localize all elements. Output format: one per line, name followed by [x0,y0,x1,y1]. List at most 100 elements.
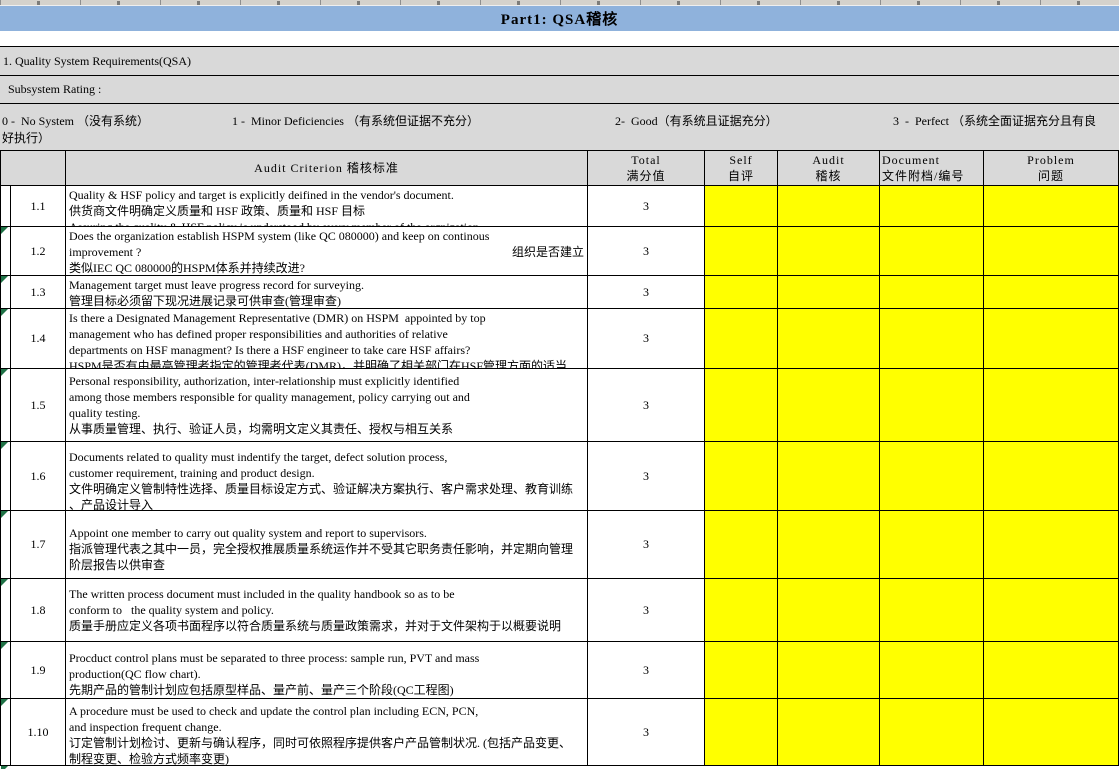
total-score-cell: 3 [588,511,705,579]
criterion-text-line: production(QC flow chart). [69,666,584,682]
audit-score-cell[interactable] [778,511,880,579]
problem-cell[interactable] [984,276,1119,309]
problem-cell[interactable] [984,227,1119,276]
criterion-text-line: Personal responsibility, authorization, … [69,373,584,389]
row-number: 1.4 [11,309,66,369]
sheet-title-bar: Part1: QSA稽核 [0,6,1119,31]
document-cell[interactable] [880,227,984,276]
criterion-cell: Does the organization establish HSPM sys… [66,227,588,276]
total-score-cell: 3 [588,309,705,369]
row-number: 1.1 [11,186,66,227]
self-score-cell[interactable] [705,309,778,369]
criterion-text-line: Does the organization establish HSPM sys… [69,228,584,244]
document-header-en: Document [882,152,940,168]
criterion-text-line: Quality & HSF policy and target is expli… [69,187,584,203]
total-header-zh: 满分值 [626,168,665,184]
criterion-text-line: Procduct control plans must be separated… [69,650,584,666]
criterion-cell: Personal responsibility, authorization, … [66,369,588,442]
audit-score-cell[interactable] [778,227,880,276]
self-score-cell[interactable] [705,642,778,699]
audit-score-cell[interactable] [778,442,880,511]
row-number: 1.3 [11,276,66,309]
criterion-text-line: 先期产品的管制计划应包括原型样品、量产前、量产三个阶段(QC工程图) [69,682,584,698]
document-header-zh: 文件附档/编号 [882,168,964,184]
self-score-cell[interactable] [705,369,778,442]
rating-item-2: 2- Good（有系统且证据充分） [615,112,778,129]
table-header-row: Audit Criterion 稽核标准 Total 满分值 Self 自评 A… [0,151,1119,186]
document-cell[interactable] [880,309,984,369]
error-indicator-triangle-icon [1,309,8,316]
total-score-cell: 3 [588,227,705,276]
criterion-text-line: among those members responsible for qual… [69,389,584,405]
criterion-text-line: improvement ?组织是否建立 [69,244,584,260]
problem-cell[interactable] [984,699,1119,766]
row-number: 1.10 [11,699,66,766]
audit-score-cell[interactable] [778,309,880,369]
self-score-cell[interactable] [705,579,778,642]
self-score-cell[interactable] [705,442,778,511]
table-row: 1.8The written process document must inc… [0,579,1119,642]
problem-cell[interactable] [984,442,1119,511]
criterion-text-line: 阶层报告以供审查 [69,557,584,573]
problem-cell[interactable] [984,309,1119,369]
problem-cell[interactable] [984,642,1119,699]
document-cell[interactable] [880,579,984,642]
document-cell[interactable] [880,511,984,579]
criterion-header-label: Audit Criterion 稽核标准 [254,160,399,176]
audit-header-en: Audit [812,152,844,168]
problem-cell[interactable] [984,579,1119,642]
spreadsheet-view: Part1: QSA稽核 1. Quality System Requireme… [0,0,1119,769]
error-indicator-triangle-icon [1,369,8,376]
criterion-cell: Is there a Designated Management Represe… [66,309,588,369]
document-cell[interactable] [880,699,984,766]
table-row: 1.6Documents related to quality must ind… [0,442,1119,511]
criterion-text-line: 从事质量管理、执行、验证人员，均需明文定义其责任、授权与相互关系 [69,421,584,437]
problem-cell[interactable] [984,369,1119,442]
criterion-text-line: Assuring the quality & HSF policy is und… [69,219,584,227]
problem-cell[interactable] [984,511,1119,579]
error-indicator-triangle-icon [1,642,8,649]
audit-score-cell[interactable] [778,369,880,442]
document-cell[interactable] [880,369,984,442]
total-header-en: Total [631,152,661,168]
section-heading-row: 1. Quality System Requirements(QSA) [0,46,1119,75]
criterion-cell: The written process document must includ… [66,579,588,642]
table-row: 1.1Quality & HSF policy and target is ex… [0,186,1119,227]
audit-score-cell[interactable] [778,186,880,227]
self-column-header: Self 自评 [705,151,778,186]
criterion-cell: Quality & HSF policy and target is expli… [66,186,588,227]
audit-header-zh: 稽核 [815,168,841,184]
criterion-text-line: Appoint one member to carry out quality … [69,525,584,541]
document-cell[interactable] [880,442,984,511]
total-score-cell: 3 [588,186,705,227]
error-indicator-triangle-icon [1,276,8,283]
table-row: 1.7Appoint one member to carry out quali… [0,511,1119,579]
table-row: 1.10A procedure must be used to check an… [0,699,1119,766]
criterion-text-line: 管理目标必须留下现况进展记录可供审查(管理审查) [69,293,584,309]
self-score-cell[interactable] [705,186,778,227]
document-cell[interactable] [880,276,984,309]
criterion-cell: Documents related to quality must indent… [66,442,588,511]
subsystem-rating-label: Subsystem Rating : [8,82,101,97]
criterion-text-line: 指派管理代表之其中一员，完全授权推展质量系统运作并不受其它职务责任影响，并定期向… [69,541,584,557]
table-row: 1.2Does the organization establish HSPM … [0,227,1119,276]
audit-score-cell[interactable] [778,699,880,766]
document-cell[interactable] [880,186,984,227]
self-score-cell[interactable] [705,227,778,276]
problem-cell[interactable] [984,186,1119,227]
marker-cell [1,227,11,276]
total-score-cell: 3 [588,579,705,642]
total-score-cell: 3 [588,369,705,442]
audit-score-cell[interactable] [778,276,880,309]
marker-cell [1,442,11,511]
criterion-text-line: The written process document must includ… [69,586,584,602]
total-score-cell: 3 [588,699,705,766]
self-score-cell[interactable] [705,699,778,766]
audit-score-cell[interactable] [778,579,880,642]
criterion-text-line: A procedure must be used to check and up… [69,703,584,719]
document-column-header: Document 文件附档/编号 [880,151,984,186]
self-score-cell[interactable] [705,276,778,309]
document-cell[interactable] [880,642,984,699]
audit-score-cell[interactable] [778,642,880,699]
self-score-cell[interactable] [705,511,778,579]
